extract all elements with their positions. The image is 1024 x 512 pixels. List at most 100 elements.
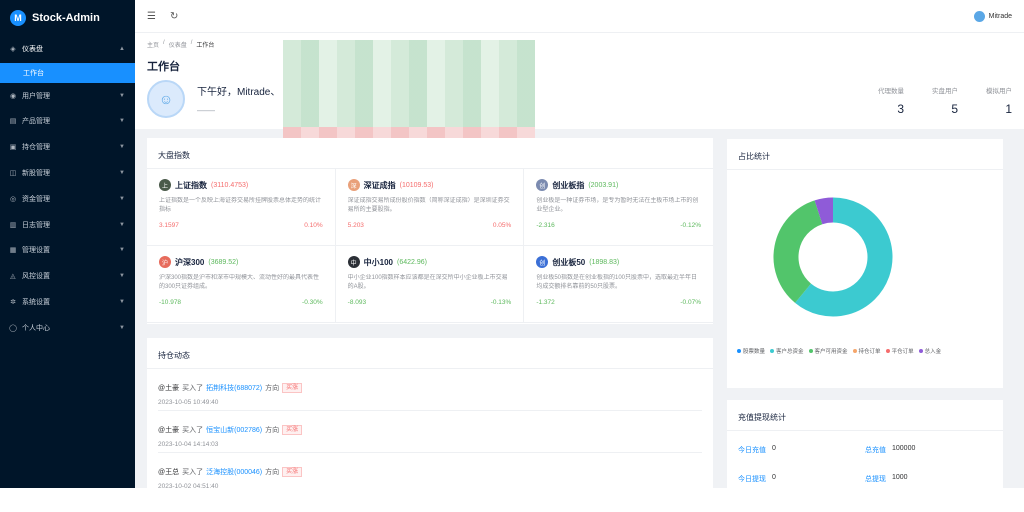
legend-dot-icon xyxy=(737,349,741,353)
index-percent: -0.07% xyxy=(680,299,701,306)
app-name: Stock-Admin xyxy=(32,12,100,24)
user-avatar-icon[interactable] xyxy=(973,10,985,22)
sidebar-item-1[interactable]: ◉ 用户管理 ▼ xyxy=(0,83,135,109)
index-percent: -0.12% xyxy=(680,222,701,229)
index-item[interactable]: 中中小100 (6422.96) 中小企业100指数样本应该都是在深交所中小企业板上… xyxy=(335,246,525,323)
index-change: 3.1597 xyxy=(159,222,179,229)
recharge-stat: 今日充值 0 xyxy=(738,445,865,455)
sidebar-item-9[interactable]: ✲ 系统设置 ▼ xyxy=(0,289,135,315)
index-item[interactable]: 沪沪深300 (3689.52) 沪深300指数是沪市和深市中规模大、流动性好的最具… xyxy=(147,246,336,323)
breadcrumb-home[interactable]: 主页 xyxy=(147,40,159,49)
stat-label: 代理数量 xyxy=(878,88,904,95)
sidebar-item-label: 持仓管理 xyxy=(22,144,50,152)
sidebar-item-label: 风控设置 xyxy=(22,273,50,281)
list-item: @土豪 买入了 恒宝山新(002786) 方向 买涨 2023-10-04 14:14:0… xyxy=(158,411,702,453)
position-direction-label: 方向 xyxy=(265,469,280,476)
ipo-icon: ◫ xyxy=(9,170,17,178)
pie-slice-2[interactable] xyxy=(773,200,823,303)
recharge-label[interactable]: 总充值 xyxy=(865,445,886,455)
index-logo-icon: 中 xyxy=(347,256,360,268)
index-percent: 0.10% xyxy=(304,222,323,229)
direction-tag: 买涨 xyxy=(282,425,303,435)
chevron-down-icon: ▼ xyxy=(119,92,125,99)
sidebar-item-3[interactable]: ▣ 持仓管理 ▼ xyxy=(0,134,135,160)
recharge-stat: 总充值 100000 xyxy=(865,445,992,455)
legend-label: 股票数量 xyxy=(743,349,766,355)
position-time: 2023-10-04 14:14:03 xyxy=(158,441,219,448)
position-direction-label: 方向 xyxy=(265,427,280,434)
legend-item-0[interactable]: 股票数量 xyxy=(737,347,765,355)
position-direction-label: 方向 xyxy=(265,385,280,392)
position-icon: ▣ xyxy=(9,144,17,152)
sidebar-item-6[interactable]: ▥ 日志管理 ▼ xyxy=(0,212,135,238)
stat-value: 1 xyxy=(1005,102,1012,116)
sidebar-item-8[interactable]: ◬ 风控设置 ▼ xyxy=(0,263,135,289)
log-icon: ▥ xyxy=(9,221,17,229)
pie-slice-5[interactable] xyxy=(814,197,834,225)
recharge-value: 0 xyxy=(772,474,776,481)
recharge-label[interactable]: 今日充值 xyxy=(738,445,766,455)
card-title: 占比统计 xyxy=(727,139,1003,170)
sidebar-subitem-workbench[interactable]: 工作台 xyxy=(0,62,135,83)
chevron-down-icon: ▼ xyxy=(119,299,125,306)
recharge-grid: 今日充值 0 总充值 100000 今日提现 0 总提现 1000 xyxy=(727,431,1003,484)
index-item[interactable]: 上上证指数 (3110.4753) 上证指数是一个反映上海证券交易所挂牌股票总体走势… xyxy=(147,169,336,246)
position-stock-link[interactable]: 恒宝山新(002786) xyxy=(206,425,262,435)
position-stock-link[interactable]: 泛海控股(000046) xyxy=(206,467,262,477)
index-name: 沪深300 xyxy=(175,257,205,267)
legend-label: 总入金 xyxy=(924,349,942,355)
logo[interactable]: M Stock-Admin xyxy=(0,0,135,36)
sidebar-item-label: 资金管理 xyxy=(22,195,50,203)
position-time: 2023-10-05 10:49:40 xyxy=(158,399,219,406)
index-value: (3689.52) xyxy=(208,258,239,266)
user-name[interactable]: Mitrade xyxy=(989,13,1012,20)
position-card: 持仓动态 @土豪 买入了 拓荆科技(688072) 方向 买涨 2023-10-05 10… xyxy=(147,338,713,488)
greeting-text: 下午好，Mitrade、 xyxy=(197,87,281,98)
product-icon: ▤ xyxy=(9,118,17,126)
chevron-down-icon: ▼ xyxy=(119,144,125,151)
index-name: 创业板指 xyxy=(552,180,585,190)
sidebar-item-10[interactable]: ◯ 个人中心 ▼ xyxy=(0,315,135,341)
stat-value: 3 xyxy=(897,102,904,116)
index-item[interactable]: 创创业板50 (1898.83) 创业板50指数是在创业板指的100只股票中，选取最… xyxy=(524,246,713,323)
sidebar-item-label: 日志管理 xyxy=(22,221,50,229)
breadcrumb-dashboard[interactable]: 仪表盘 xyxy=(169,40,187,49)
index-name: 中小100 xyxy=(363,257,394,267)
legend-item-1[interactable]: 客户总资金 xyxy=(770,347,804,355)
fund-icon: ◎ xyxy=(9,195,17,203)
page-title: 工作台 xyxy=(147,61,180,73)
index-item[interactable]: 深深证成指 (10109.53) 深证成指交易所成份股价指数（简称深证成指）是深圳证… xyxy=(335,169,525,246)
sidebar-item-7[interactable]: ▦ 管理设置 ▼ xyxy=(0,238,135,264)
stat-real-users: 实盘用户 5 xyxy=(932,85,958,116)
index-value: (2003.91) xyxy=(588,181,619,189)
sidebar-item-5[interactable]: ◎ 资金管理 ▼ xyxy=(0,186,135,212)
recharge-label[interactable]: 今日提现 xyxy=(738,474,766,484)
position-stock-link[interactable]: 拓荆科技(688072) xyxy=(206,383,262,393)
admin-settings-icon: ▦ xyxy=(9,247,17,255)
index-value: (6422.96) xyxy=(397,258,427,266)
menu-toggle-icon[interactable]: ☰ xyxy=(147,11,156,22)
ratio-card: 占比统计 股票数量 客户总资金 客户可用资金 持仓订单 平仓订单 总入金 xyxy=(727,139,1003,388)
legend-label: 持仓订单 xyxy=(858,349,881,355)
position-action: 买入了 xyxy=(182,385,204,392)
sidebar-item-label: 管理设置 xyxy=(22,247,50,255)
card-title: 充值提现统计 xyxy=(727,400,1003,431)
breadcrumb-current: 工作台 xyxy=(196,43,215,49)
index-description: 上证指数是一个反映上海证券交易所挂牌股票总体走势的统计指标 xyxy=(159,198,322,213)
gear-icon: ✲ xyxy=(10,299,16,307)
legend-item-5[interactable]: 总入金 xyxy=(918,347,942,355)
index-percent: 0.05% xyxy=(492,222,512,229)
sidebar-item-0[interactable]: ◈ 仪表盘 ▲ xyxy=(0,36,135,62)
legend-label: 客户总资金 xyxy=(776,349,804,355)
refresh-icon[interactable]: ↻ xyxy=(170,11,178,22)
legend-item-3[interactable]: 持仓订单 xyxy=(852,347,881,355)
index-description: 创业板是一种证券市场，是专为暂时无法在主板市场上市的创业型企业。 xyxy=(536,198,699,213)
recharge-card: 充值提现统计 今日充值 0 总充值 100000 今日提现 0 总提现 1000 xyxy=(727,400,1003,488)
sidebar-item-2[interactable]: ▤ 产品管理 ▼ xyxy=(0,109,135,135)
recharge-label[interactable]: 总提现 xyxy=(865,474,886,484)
sidebar-item-4[interactable]: ◫ 新股管理 ▼ xyxy=(0,160,135,186)
sidebar-item-label: 产品管理 xyxy=(22,118,50,126)
index-item[interactable]: 创创业板指 (2003.91) 创业板是一种证券市场，是专为暂时无法在主板市场上市的… xyxy=(524,169,713,246)
legend-item-4[interactable]: 平仓订单 xyxy=(885,347,914,355)
legend-item-2[interactable]: 客户可用资金 xyxy=(808,347,848,355)
